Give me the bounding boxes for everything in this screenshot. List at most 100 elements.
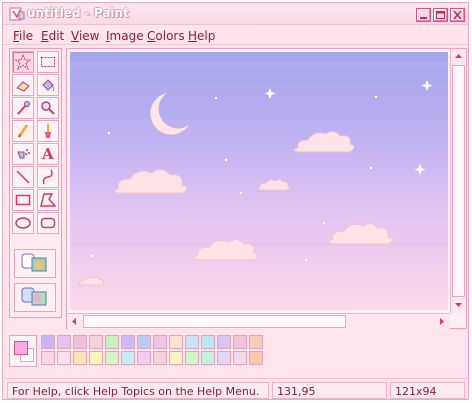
- horizontal-scroll-thumb[interactable]: [83, 315, 346, 328]
- palette-swatch[interactable]: [89, 351, 103, 365]
- text-icon: A: [42, 145, 54, 163]
- tool-curve[interactable]: [37, 166, 59, 188]
- menu-edit[interactable]: Edit: [41, 29, 64, 43]
- palette-swatch[interactable]: [137, 351, 151, 365]
- tool-rectangle[interactable]: [12, 189, 34, 211]
- palette-swatch[interactable]: [121, 351, 135, 365]
- tool-box: A: [9, 48, 62, 318]
- tool-option-transparent[interactable]: [14, 283, 56, 312]
- scroll-down-button[interactable]: [451, 297, 466, 312]
- palette-swatch[interactable]: [105, 335, 119, 349]
- close-icon: [453, 11, 462, 19]
- palette-swatch[interactable]: [41, 351, 55, 365]
- drawing-canvas[interactable]: [70, 52, 448, 310]
- vertical-scrollbar[interactable]: [450, 49, 466, 313]
- palette-swatch[interactable]: [73, 335, 87, 349]
- tool-rounded-rectangle[interactable]: [37, 212, 59, 234]
- status-coordinates: 131,95: [272, 382, 387, 399]
- night-sky-image: [70, 52, 448, 310]
- palette-swatch[interactable]: [137, 335, 151, 349]
- minimize-icon: [420, 17, 427, 19]
- paint-window: untitled - Paint File Edit View Image Co…: [2, 2, 469, 400]
- tool-eraser[interactable]: [12, 74, 34, 96]
- palette-swatch[interactable]: [57, 335, 71, 349]
- tool-magnifier[interactable]: [37, 97, 59, 119]
- palette-swatch[interactable]: [233, 351, 247, 365]
- close-button[interactable]: [450, 8, 465, 22]
- menu-view[interactable]: View: [71, 29, 99, 43]
- palette-swatch[interactable]: [201, 335, 215, 349]
- arrow-left-icon: [72, 318, 76, 325]
- magnifier-icon: [41, 101, 55, 115]
- palette-swatch[interactable]: [169, 351, 183, 365]
- menu-help[interactable]: Help: [188, 29, 215, 43]
- rounded-rectangle-icon: [40, 217, 56, 229]
- tool-pick-color[interactable]: [12, 97, 34, 119]
- tool-fill[interactable]: [37, 74, 59, 96]
- palette-swatch[interactable]: [233, 335, 247, 349]
- eraser-icon: [16, 81, 30, 92]
- paint-app-icon: [9, 7, 25, 21]
- arrow-down-icon: [455, 303, 462, 307]
- scroll-right-button[interactable]: [434, 314, 449, 329]
- star-select-icon: [15, 54, 31, 70]
- dashed-rectangle-icon: [41, 57, 55, 67]
- status-bar: For Help, click Help Topics on the Help …: [5, 378, 467, 399]
- tool-option-opaque[interactable]: [14, 249, 56, 278]
- tool-line[interactable]: [12, 166, 34, 188]
- maximize-button[interactable]: [433, 8, 448, 22]
- tool-rectangle-select[interactable]: [37, 51, 59, 73]
- current-colors[interactable]: [9, 335, 37, 367]
- arrow-right-icon: [440, 318, 444, 325]
- tool-pencil[interactable]: [12, 120, 34, 142]
- arrow-up-icon: [455, 54, 462, 58]
- minimize-button[interactable]: [416, 8, 431, 22]
- color-palette: [9, 335, 469, 373]
- palette-swatch[interactable]: [185, 351, 199, 365]
- curve-icon: [42, 169, 53, 185]
- scroll-left-button[interactable]: [67, 314, 82, 329]
- tool-polygon[interactable]: [37, 189, 59, 211]
- palette-swatch[interactable]: [249, 351, 263, 365]
- tool-airbrush[interactable]: [12, 143, 34, 165]
- palette-swatch[interactable]: [217, 351, 231, 365]
- palette-swatch[interactable]: [57, 351, 71, 365]
- palette-swatch[interactable]: [73, 351, 87, 365]
- horizontal-scrollbar[interactable]: [67, 313, 450, 329]
- transparent-mode-icon: [21, 287, 47, 306]
- menu-image[interactable]: Image: [106, 29, 144, 43]
- tool-ellipse[interactable]: [12, 212, 34, 234]
- palette-swatch[interactable]: [249, 335, 263, 349]
- window-title: untitled - Paint: [27, 6, 129, 20]
- palette-swatch[interactable]: [169, 335, 183, 349]
- brush-icon: [45, 124, 51, 138]
- foreground-color-swatch[interactable]: [14, 341, 28, 355]
- scroll-up-button[interactable]: [451, 49, 466, 64]
- title-bar[interactable]: untitled - Paint: [3, 3, 468, 25]
- palette-swatch[interactable]: [217, 335, 231, 349]
- tool-text[interactable]: A: [37, 143, 59, 165]
- menu-bar: File Edit View Image Colors Help: [3, 26, 468, 45]
- palette-swatch[interactable]: [153, 335, 167, 349]
- menu-file[interactable]: File: [13, 29, 33, 43]
- vertical-scroll-thumb[interactable]: [452, 65, 465, 297]
- palette-swatch[interactable]: [121, 335, 135, 349]
- line-icon: [16, 170, 30, 184]
- palette-swatch[interactable]: [201, 351, 215, 365]
- polygon-icon: [40, 193, 56, 207]
- menu-colors[interactable]: Colors: [147, 29, 185, 43]
- tool-brush[interactable]: [37, 120, 59, 142]
- palette-swatch[interactable]: [153, 351, 167, 365]
- palette-swatch[interactable]: [89, 335, 103, 349]
- palette-swatch[interactable]: [105, 351, 119, 365]
- paint-bucket-icon: [42, 79, 55, 92]
- opaque-mode-icon: [21, 253, 47, 272]
- tool-free-form-select[interactable]: [12, 51, 34, 73]
- maximize-icon: [436, 11, 445, 19]
- canvas-area: [66, 48, 467, 329]
- airbrush-icon: [17, 149, 30, 159]
- palette-swatch[interactable]: [41, 335, 55, 349]
- palette-swatch[interactable]: [185, 335, 199, 349]
- rectangle-icon: [15, 194, 31, 206]
- eyedropper-icon: [17, 101, 30, 115]
